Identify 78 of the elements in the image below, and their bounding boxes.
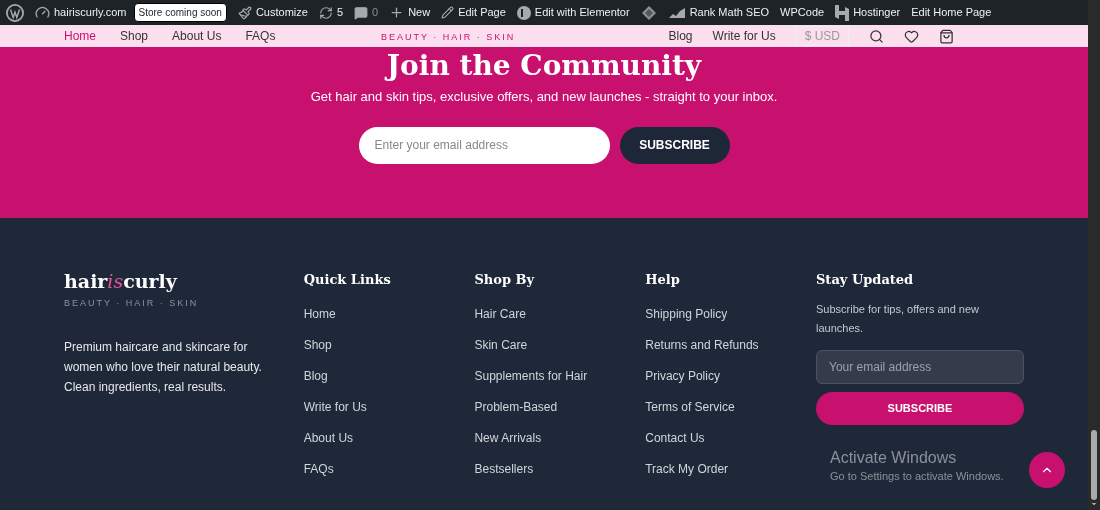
chart-icon <box>667 6 686 19</box>
footer-link[interactable]: Problem-Based <box>474 398 646 416</box>
nav-link[interactable]: FAQs <box>245 27 276 45</box>
column-heading: Stay Updated <box>816 271 915 289</box>
speech-bubble-icon <box>354 5 368 20</box>
header-tagline: BEAUTY · HAIR · SKIN <box>381 31 516 44</box>
footer-description: Premium haircare and skincare for women who love their natural beauty. Clean ingredients, real results. <box>64 338 263 396</box>
scroll-down-arrow-icon[interactable] <box>1090 500 1098 508</box>
rank-math-label: Rank Math SEO <box>689 5 770 21</box>
email-field[interactable]: Enter your email address <box>358 126 610 164</box>
footer-link[interactable]: Shipping Policy <box>645 305 816 323</box>
footer-link[interactable]: Track My Order <box>645 460 816 478</box>
refresh-icon <box>318 5 333 20</box>
bag-icon <box>939 28 954 44</box>
customize-label: Customize <box>255 5 308 21</box>
activation-title: Activate Windows <box>830 448 958 468</box>
footer-link[interactable]: Privacy Policy <box>645 367 816 385</box>
diamond-icon[interactable] <box>640 4 657 21</box>
scrollbar[interactable] <box>1088 0 1100 510</box>
stay-updated-text: Subscribe for tips, offers and new launches. <box>816 302 981 336</box>
edit-home-page-link[interactable]: Edit Home Page <box>911 4 992 21</box>
column-heading: Shop By <box>474 271 536 289</box>
elementor-label: Edit with Elementor <box>534 5 630 21</box>
nav-link[interactable]: Write for Us <box>712 27 776 45</box>
column-heading: Quick Links <box>303 271 392 289</box>
footer-link[interactable]: Blog <box>303 367 475 385</box>
plus-icon <box>389 5 405 20</box>
pencil-icon <box>441 6 455 19</box>
site-link[interactable]: hairiscurly.com <box>35 4 127 21</box>
elementor-link[interactable]: Edit with Elementor <box>516 4 630 21</box>
paintbrush-icon <box>237 5 252 20</box>
footer-link[interactable]: Write for Us <box>303 398 475 416</box>
wpcode-link[interactable]: WPCode <box>780 4 825 21</box>
h-logo-icon <box>835 4 850 21</box>
new-link[interactable]: New <box>389 4 431 21</box>
footer-subscribe-button[interactable]: SUBSCRIBE <box>816 392 1024 425</box>
edit-page-link[interactable]: Edit Page <box>441 4 506 21</box>
footer-link[interactable]: Hair Care <box>474 305 646 323</box>
comments-count: 0 <box>372 5 379 21</box>
activation-text: Go to Settings to activate Windows. <box>830 469 1004 484</box>
site-name: hairiscurly.com <box>54 5 127 21</box>
footer-tagline: BEAUTY · HAIR · SKIN <box>64 297 200 310</box>
comments-link[interactable]: 0 <box>354 4 379 21</box>
edit-page-label: Edit Page <box>458 5 506 21</box>
footer-link[interactable]: Contact Us <box>645 429 816 447</box>
updates-count: 5 <box>336 5 343 21</box>
footer-link[interactable]: Shop <box>303 336 475 354</box>
newsletter-heading: Join the Community <box>386 49 702 83</box>
nav-link[interactable]: Blog <box>668 27 693 45</box>
new-label: New <box>408 5 431 21</box>
footer-link[interactable]: Terms of Service <box>645 398 816 416</box>
rank-math-link[interactable]: Rank Math SEO <box>667 4 770 21</box>
footer-link[interactable]: Bestsellers <box>474 460 646 478</box>
updates-link[interactable]: 5 <box>318 4 343 21</box>
footer-link[interactable]: FAQs <box>303 460 475 478</box>
footer-link[interactable]: Skin Care <box>474 336 646 354</box>
column-heading: Help <box>645 271 681 289</box>
nav-link[interactable]: About Us <box>172 27 222 45</box>
nav-link[interactable]: Shop <box>120 27 149 45</box>
footer-link[interactable]: About Us <box>303 429 475 447</box>
hostinger-link[interactable]: Hostinger <box>835 4 901 21</box>
heart-icon <box>904 28 919 44</box>
nav-link[interactable]: Home <box>64 27 96 45</box>
newsletter-subtitle: Get hair and skin tips, exclusive offers, and new launches - straight to your inbox. <box>310 88 778 106</box>
store-status-badge: Store coming soon <box>133 3 227 22</box>
subscribe-button[interactable]: SUBSCRIBE <box>619 126 730 164</box>
footer-email-field[interactable]: Your email address <box>816 350 1024 384</box>
wordpress-logo-icon[interactable] <box>6 3 24 22</box>
footer-logo: hairiscurly <box>64 270 179 292</box>
search-icon <box>869 28 884 44</box>
customize-link[interactable]: Customize <box>237 4 308 21</box>
footer-link[interactable]: Returns and Refunds <box>645 336 816 354</box>
footer-link[interactable]: Home <box>303 305 475 323</box>
elementor-icon <box>516 5 531 20</box>
hostinger-label: Hostinger <box>853 5 901 21</box>
footer-link[interactable]: Supplements for Hair <box>474 367 646 385</box>
gauge-icon <box>35 5 50 20</box>
footer-link[interactable]: New Arrivals <box>474 429 646 447</box>
